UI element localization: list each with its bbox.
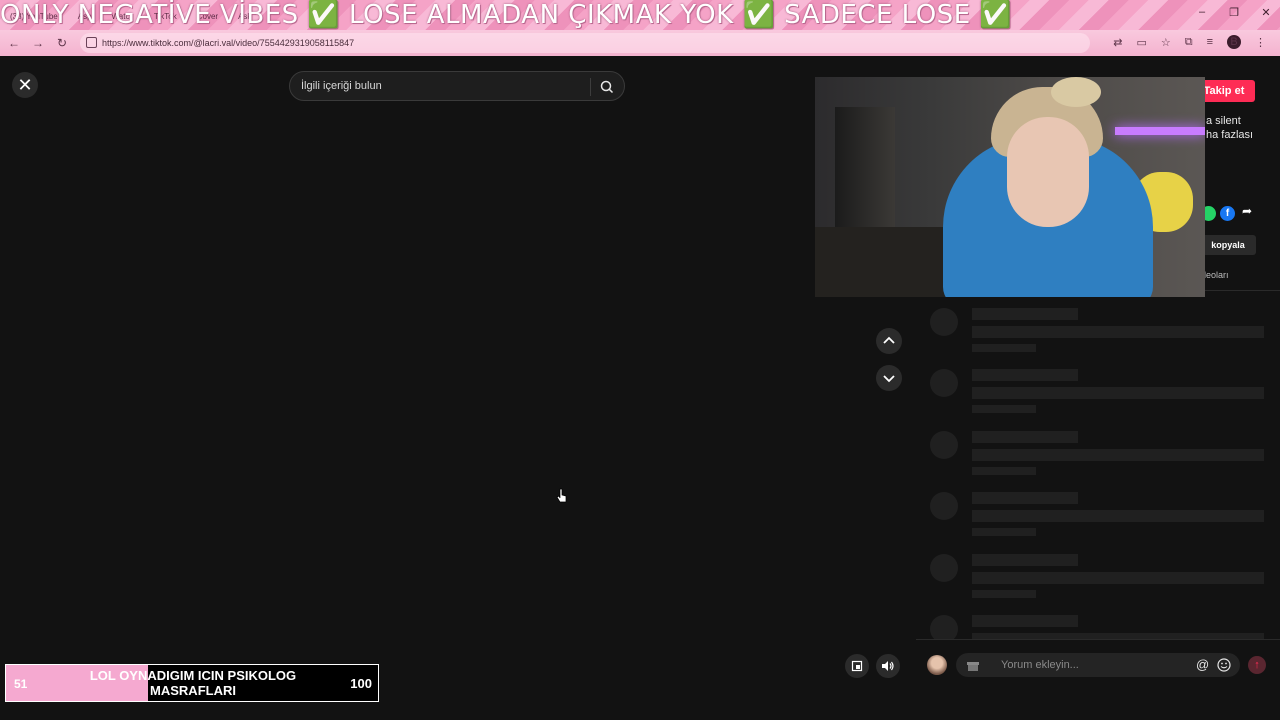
at-icon[interactable]: @ [1196, 657, 1209, 672]
creator-videos-tab[interactable]: leoları [1204, 270, 1229, 280]
search-bar[interactable]: İlgili içeriği bulun [289, 71, 625, 101]
comment-skeleton [930, 554, 1270, 604]
next-video-button[interactable] [876, 365, 902, 391]
comment-bar-divider [916, 639, 1280, 640]
forward-icon[interactable]: → [28, 33, 48, 53]
browser-tab-bar: (38) YouTube Asp Watch TikTok Cover Ask … [0, 0, 1280, 30]
chevron-down-icon [883, 375, 895, 383]
extensions-icon[interactable]: ⧉ [1185, 36, 1193, 49]
chevron-up-icon [883, 336, 895, 344]
cast-icon[interactable]: ▭ [1136, 36, 1146, 49]
search-input[interactable]: İlgili içeriği bulun [301, 80, 382, 92]
site-info-icon[interactable] [86, 37, 97, 48]
screen: (38) YouTube Asp Watch TikTok Cover Ask … [0, 0, 1280, 720]
goal-target-value: 100 [350, 676, 372, 691]
back-icon[interactable]: ← [4, 33, 24, 53]
comment-input[interactable]: Yorum ekleyin... @ [956, 653, 1240, 677]
toolbar-actions: ⇄ ▭ ☆ ⧉ ≡ B ⋮ [1113, 35, 1266, 49]
search-icon[interactable] [599, 79, 615, 95]
translate-icon[interactable]: ⇄ [1113, 36, 1122, 49]
search-divider [590, 78, 591, 96]
menu-icon[interactable]: ⋮ [1255, 36, 1266, 49]
reading-list-icon[interactable]: ≡ [1207, 36, 1213, 48]
comment-skeleton [930, 492, 1270, 542]
stream-overlay-banner: ONLY NEGATİVE VİBES ✅ LOSE ALMADAN ÇIKMA… [0, 0, 1013, 30]
bookmark-star-icon[interactable]: ☆ [1161, 36, 1171, 49]
address-bar[interactable]: https://www.tiktok.com/@lacri.val/video/… [80, 33, 1090, 53]
browser-toolbar: ← → ↻ https://www.tiktok.com/@lacri.val/… [0, 30, 1280, 56]
comment-skeleton [930, 615, 1270, 639]
previous-video-button[interactable] [876, 328, 902, 354]
video-description-line: a silent [1206, 115, 1241, 127]
close-icon[interactable]: ✕ [12, 72, 38, 98]
comment-skeleton [930, 369, 1270, 419]
comment-placeholder: Yorum ekleyin... [1001, 659, 1079, 671]
volume-icon [882, 661, 894, 671]
floating-player-button[interactable] [845, 654, 869, 678]
emoji-icon[interactable] [1217, 658, 1231, 672]
share-arrow-icon[interactable]: ➦ [1242, 204, 1252, 218]
comment-skeleton [930, 308, 1270, 358]
send-icon[interactable]: ↑ [1248, 656, 1266, 674]
copy-link-button[interactable]: kopyala [1200, 235, 1256, 255]
url-text: https://www.tiktok.com/@lacri.val/video/… [102, 38, 355, 48]
avatar [927, 655, 947, 675]
tiktok-video-page: ✕ İlgili içeriği bulun Takip et a silent… [0, 58, 1280, 720]
volume-button[interactable] [876, 654, 900, 678]
goal-title: LOL OYNADIGIM ICIN PSIKOLOG MASRAFLARI [89, 668, 297, 698]
video-description-line: ha fazlası [1206, 129, 1254, 141]
reload-icon[interactable]: ↻ [52, 33, 72, 53]
floating-player-icon [851, 660, 863, 672]
facebook-icon[interactable]: f [1220, 206, 1235, 221]
stream-goal-widget: 51 LOL OYNADIGIM ICIN PSIKOLOG MASRAFLAR… [5, 664, 379, 702]
comment-skeleton [930, 431, 1270, 481]
webcam-overlay [815, 77, 1205, 297]
gift-icon[interactable] [966, 658, 980, 672]
profile-avatar[interactable]: B [1227, 35, 1241, 49]
hand-cursor-icon [556, 488, 567, 503]
goal-current-value: 51 [14, 677, 28, 691]
